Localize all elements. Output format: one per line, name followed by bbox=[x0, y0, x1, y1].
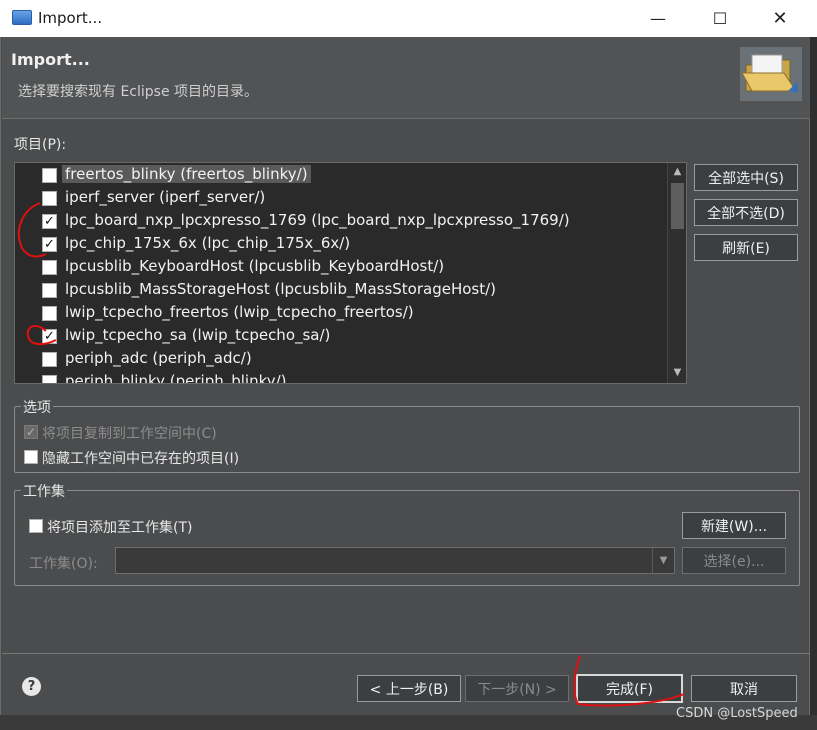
project-label[interactable]: lpc_board_nxp_lpcxpresso_1769 (lpc_board… bbox=[62, 211, 573, 229]
working-sets-group: 工作集 将项目添加至工作集(T) 新建(W)... 工作集(O): ▼ 选择(e… bbox=[14, 481, 800, 586]
list-item[interactable]: lwip_tcpecho_freertos (lwip_tcpecho_free… bbox=[15, 302, 667, 325]
window-title: Import... bbox=[38, 9, 103, 27]
list-item[interactable]: iperf_server (iperf_server/) bbox=[15, 187, 667, 210]
project-label[interactable]: lpcusblib_KeyboardHost (lpcusblib_Keyboa… bbox=[62, 257, 447, 275]
working-sets-legend: 工作集 bbox=[21, 481, 67, 501]
project-label[interactable]: periph_adc (periph_adc/) bbox=[62, 349, 255, 367]
project-label[interactable]: periph_blinky (periph_blinky/) bbox=[62, 372, 290, 383]
wizard-title: Import... bbox=[11, 50, 90, 69]
project-checkbox[interactable]: ✓ bbox=[42, 237, 57, 252]
select-working-set-button: 选择(e)... bbox=[682, 547, 786, 574]
deselect-all-button[interactable]: 全部不选(D) bbox=[694, 199, 798, 226]
project-label[interactable]: freertos_blinky (freertos_blinky/) bbox=[62, 165, 311, 183]
maximize-icon[interactable]: ☐ bbox=[697, 0, 743, 37]
list-item[interactable]: periph_blinky (periph_blinky/) bbox=[15, 371, 667, 383]
refresh-button[interactable]: 刷新(E) bbox=[694, 234, 798, 261]
copy-into-workspace-label: 将项目复制到工作空间中(C) bbox=[42, 426, 217, 442]
list-item[interactable]: ✓ lpc_chip_175x_6x (lpc_chip_175x_6x/) bbox=[15, 233, 667, 256]
scroll-up-icon[interactable]: ▲ bbox=[671, 165, 684, 179]
list-item[interactable]: ✓ lpc_board_nxp_lpcxpresso_1769 (lpc_boar… bbox=[15, 210, 667, 233]
wizard-header: Import... 选择要搜索现有 Eclipse 项目的目录。 bbox=[2, 37, 810, 119]
project-label[interactable]: lwip_tcpecho_freertos (lwip_tcpecho_free… bbox=[62, 303, 417, 321]
list-item[interactable]: ✓ lwip_tcpecho_sa (lwip_tcpecho_sa/) bbox=[15, 325, 667, 348]
options-legend: 选项 bbox=[21, 397, 53, 417]
project-checkbox[interactable] bbox=[42, 283, 57, 298]
window-edge bbox=[810, 37, 817, 730]
project-checkbox[interactable] bbox=[42, 260, 57, 275]
projects-label: 项目(P): bbox=[14, 137, 67, 153]
hide-existing-checkbox[interactable] bbox=[24, 450, 38, 464]
finish-button[interactable]: 完成(F) bbox=[576, 674, 683, 703]
list-item[interactable]: periph_adc (periph_adc/) bbox=[15, 348, 667, 371]
project-checkbox[interactable] bbox=[42, 375, 57, 383]
footer-divider bbox=[2, 653, 810, 654]
window-titlebar: Import... — ☐ ✕ bbox=[0, 0, 817, 37]
scroll-thumb[interactable] bbox=[671, 183, 684, 229]
projects-list[interactable]: ▲ ▼ freertos_blinky (freertos_blinky/)ip… bbox=[14, 162, 687, 384]
options-group: 选项 ✓ 将项目复制到工作空间中(C) 隐藏工作空间中已存在的项目(I) bbox=[14, 397, 800, 473]
project-label[interactable]: iperf_server (iperf_server/) bbox=[62, 188, 268, 206]
help-icon[interactable]: ? bbox=[22, 677, 41, 696]
hide-existing-label[interactable]: 隐藏工作空间中已存在的项目(I) bbox=[42, 448, 239, 468]
select-all-button[interactable]: 全部选中(S) bbox=[694, 164, 798, 191]
back-button[interactable]: < 上一步(B) bbox=[357, 675, 461, 702]
scroll-down-icon[interactable]: ▼ bbox=[671, 366, 684, 380]
project-label[interactable]: lpcusblib_MassStorageHost (lpcusblib_Mas… bbox=[62, 280, 499, 298]
working-set-combo: ▼ bbox=[115, 547, 675, 574]
copy-into-workspace-checkbox: ✓ bbox=[24, 425, 38, 439]
next-button: 下一步(N) > bbox=[465, 675, 569, 702]
wizard-description: 选择要搜索现有 Eclipse 项目的目录。 bbox=[18, 84, 259, 100]
projects-scrollbar[interactable]: ▲ ▼ bbox=[667, 163, 686, 383]
folder-open-icon bbox=[740, 47, 802, 101]
add-to-working-set-checkbox[interactable] bbox=[29, 519, 43, 533]
project-label[interactable]: lpc_chip_175x_6x (lpc_chip_175x_6x/) bbox=[62, 234, 353, 252]
cancel-button[interactable]: 取消 bbox=[691, 675, 797, 702]
list-item[interactable]: lpcusblib_MassStorageHost (lpcusblib_Mas… bbox=[15, 279, 667, 302]
project-label[interactable]: lwip_tcpecho_sa (lwip_tcpecho_sa/) bbox=[62, 326, 333, 344]
app-icon bbox=[12, 10, 32, 25]
list-item[interactable]: lpcusblib_KeyboardHost (lpcusblib_Keyboa… bbox=[15, 256, 667, 279]
list-item[interactable]: freertos_blinky (freertos_blinky/) bbox=[15, 164, 667, 187]
project-checkbox[interactable] bbox=[42, 168, 57, 183]
chevron-down-icon: ▼ bbox=[652, 548, 674, 573]
dialog-body: Import... 选择要搜索现有 Eclipse 项目的目录。 项目(P): … bbox=[0, 37, 810, 730]
project-checkbox[interactable]: ✓ bbox=[42, 214, 57, 229]
project-checkbox[interactable] bbox=[42, 306, 57, 321]
working-set-label: 工作集(O): bbox=[29, 556, 98, 572]
close-icon[interactable]: ✕ bbox=[757, 0, 803, 37]
watermark: CSDN @LostSpeed bbox=[676, 706, 798, 721]
add-to-working-set-label[interactable]: 将项目添加至工作集(T) bbox=[47, 517, 192, 537]
project-checkbox[interactable] bbox=[42, 191, 57, 206]
new-working-set-button[interactable]: 新建(W)... bbox=[682, 512, 786, 539]
project-checkbox[interactable] bbox=[42, 352, 57, 367]
project-checkbox[interactable]: ✓ bbox=[42, 329, 57, 344]
minimize-icon[interactable]: — bbox=[635, 0, 681, 37]
